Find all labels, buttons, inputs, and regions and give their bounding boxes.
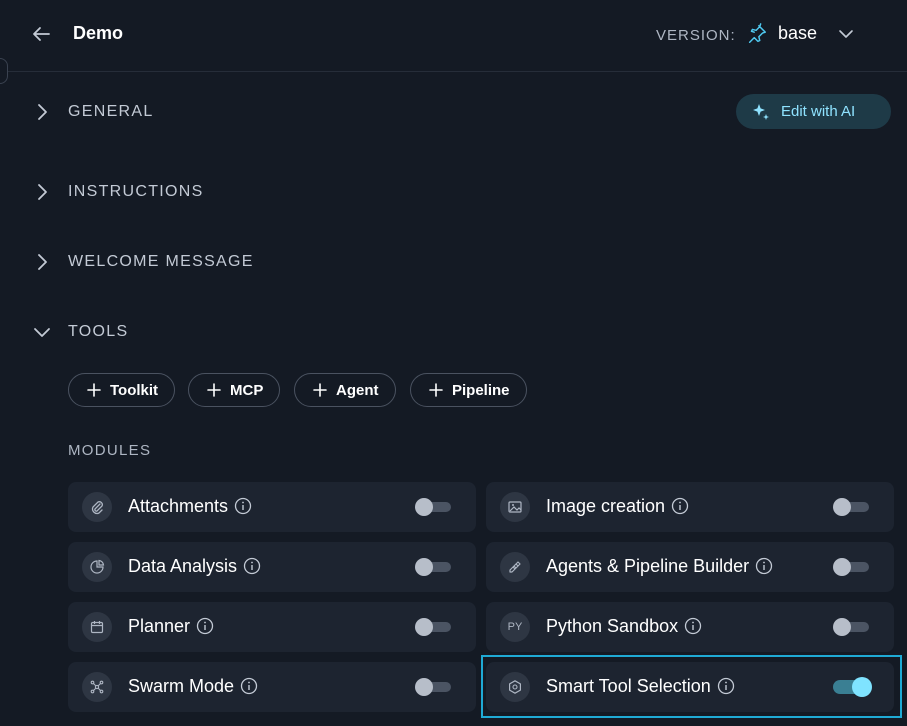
add-toolkit-button[interactable]: Toolkit bbox=[68, 373, 176, 407]
module-label: Swarm Mode bbox=[128, 676, 235, 696]
module-planner: Planner bbox=[68, 602, 476, 652]
add-pipeline-button[interactable]: Pipeline bbox=[410, 373, 527, 407]
module-image-creation: Image creation bbox=[486, 482, 894, 532]
module-attachments: Attachments bbox=[68, 482, 476, 532]
chevron-right-icon bbox=[38, 254, 47, 270]
module-data-analysis: Data Analysis bbox=[68, 542, 476, 592]
module-label: Python Sandbox bbox=[546, 616, 679, 636]
button-label: Toolkit bbox=[110, 381, 159, 399]
image-icon bbox=[500, 492, 530, 522]
module-label: Data Analysis bbox=[128, 556, 238, 576]
hexagon-icon bbox=[500, 672, 530, 702]
attachments-toggle[interactable] bbox=[415, 497, 453, 517]
data-analysis-toggle[interactable] bbox=[415, 557, 453, 577]
builder-icon bbox=[500, 552, 530, 582]
module-label: Planner bbox=[128, 616, 191, 636]
info-icon[interactable] bbox=[234, 497, 252, 515]
python-icon: PY bbox=[500, 612, 530, 642]
module-agents-pipeline-builder: Agents & Pipeline Builder bbox=[486, 542, 894, 592]
swarm-mode-toggle[interactable] bbox=[415, 677, 453, 697]
section-tools[interactable]: TOOLS bbox=[30, 317, 128, 347]
agents-pipeline-builder-toggle[interactable] bbox=[833, 557, 871, 577]
paperclip-icon bbox=[82, 492, 112, 522]
back-arrow-icon[interactable] bbox=[28, 21, 54, 47]
chevron-right-icon bbox=[38, 184, 47, 200]
section-general[interactable]: GENERAL bbox=[30, 97, 154, 127]
plus-icon bbox=[313, 383, 327, 397]
module-label: Attachments bbox=[128, 496, 229, 516]
add-agent-button[interactable]: Agent bbox=[294, 373, 396, 407]
chevron-right-icon bbox=[38, 104, 47, 120]
info-icon[interactable] bbox=[755, 557, 773, 575]
version-value[interactable]: base bbox=[778, 23, 817, 44]
info-icon[interactable] bbox=[243, 557, 261, 575]
section-welcome-message[interactable]: WELCOME MESSAGE bbox=[30, 247, 254, 277]
plus-icon bbox=[87, 383, 101, 397]
chevron-down-icon[interactable] bbox=[836, 24, 856, 44]
sidebar-handle[interactable] bbox=[0, 58, 8, 84]
pin-icon[interactable] bbox=[746, 23, 768, 45]
section-label: WELCOME MESSAGE bbox=[68, 253, 254, 270]
button-label: Pipeline bbox=[452, 381, 510, 399]
version-label: VERSION: bbox=[656, 27, 736, 44]
info-icon[interactable] bbox=[196, 617, 214, 635]
module-swarm-mode: Swarm Mode bbox=[68, 662, 476, 712]
top-bar: Demo VERSION: base bbox=[0, 0, 907, 72]
section-label: INSTRUCTIONS bbox=[68, 183, 204, 200]
module-label: Agents & Pipeline Builder bbox=[546, 556, 750, 576]
button-label: MCP bbox=[230, 381, 264, 399]
section-instructions[interactable]: INSTRUCTIONS bbox=[30, 177, 204, 207]
plus-icon bbox=[207, 383, 221, 397]
edit-with-ai-button[interactable]: Edit with AI bbox=[736, 94, 891, 129]
chevron-down-icon bbox=[34, 328, 50, 337]
chart-pie-icon bbox=[82, 552, 112, 582]
module-label: Smart Tool Selection bbox=[546, 676, 711, 696]
edit-with-ai-label: Edit with AI bbox=[781, 103, 856, 120]
add-mcp-button[interactable]: MCP bbox=[188, 373, 281, 407]
python-sandbox-toggle[interactable] bbox=[833, 617, 871, 637]
swarm-icon bbox=[82, 672, 112, 702]
module-label: Image creation bbox=[546, 496, 666, 516]
page-title: Demo bbox=[73, 23, 124, 43]
plus-icon bbox=[429, 383, 443, 397]
section-label: TOOLS bbox=[68, 323, 129, 340]
module-python-sandbox: PY Python Sandbox bbox=[486, 602, 894, 652]
info-icon[interactable] bbox=[671, 497, 689, 515]
sparkle-icon bbox=[753, 103, 769, 120]
info-icon[interactable] bbox=[717, 677, 735, 695]
info-icon[interactable] bbox=[684, 617, 702, 635]
smart-tool-selection-toggle[interactable] bbox=[833, 677, 872, 697]
info-icon[interactable] bbox=[240, 677, 258, 695]
button-label: Agent bbox=[336, 381, 379, 399]
calendar-icon bbox=[82, 612, 112, 642]
module-smart-tool-selection: Smart Tool Selection bbox=[486, 662, 894, 712]
image-creation-toggle[interactable] bbox=[833, 497, 871, 517]
modules-heading: MODULES bbox=[68, 442, 152, 459]
section-label: GENERAL bbox=[68, 103, 154, 120]
planner-toggle[interactable] bbox=[415, 617, 453, 637]
